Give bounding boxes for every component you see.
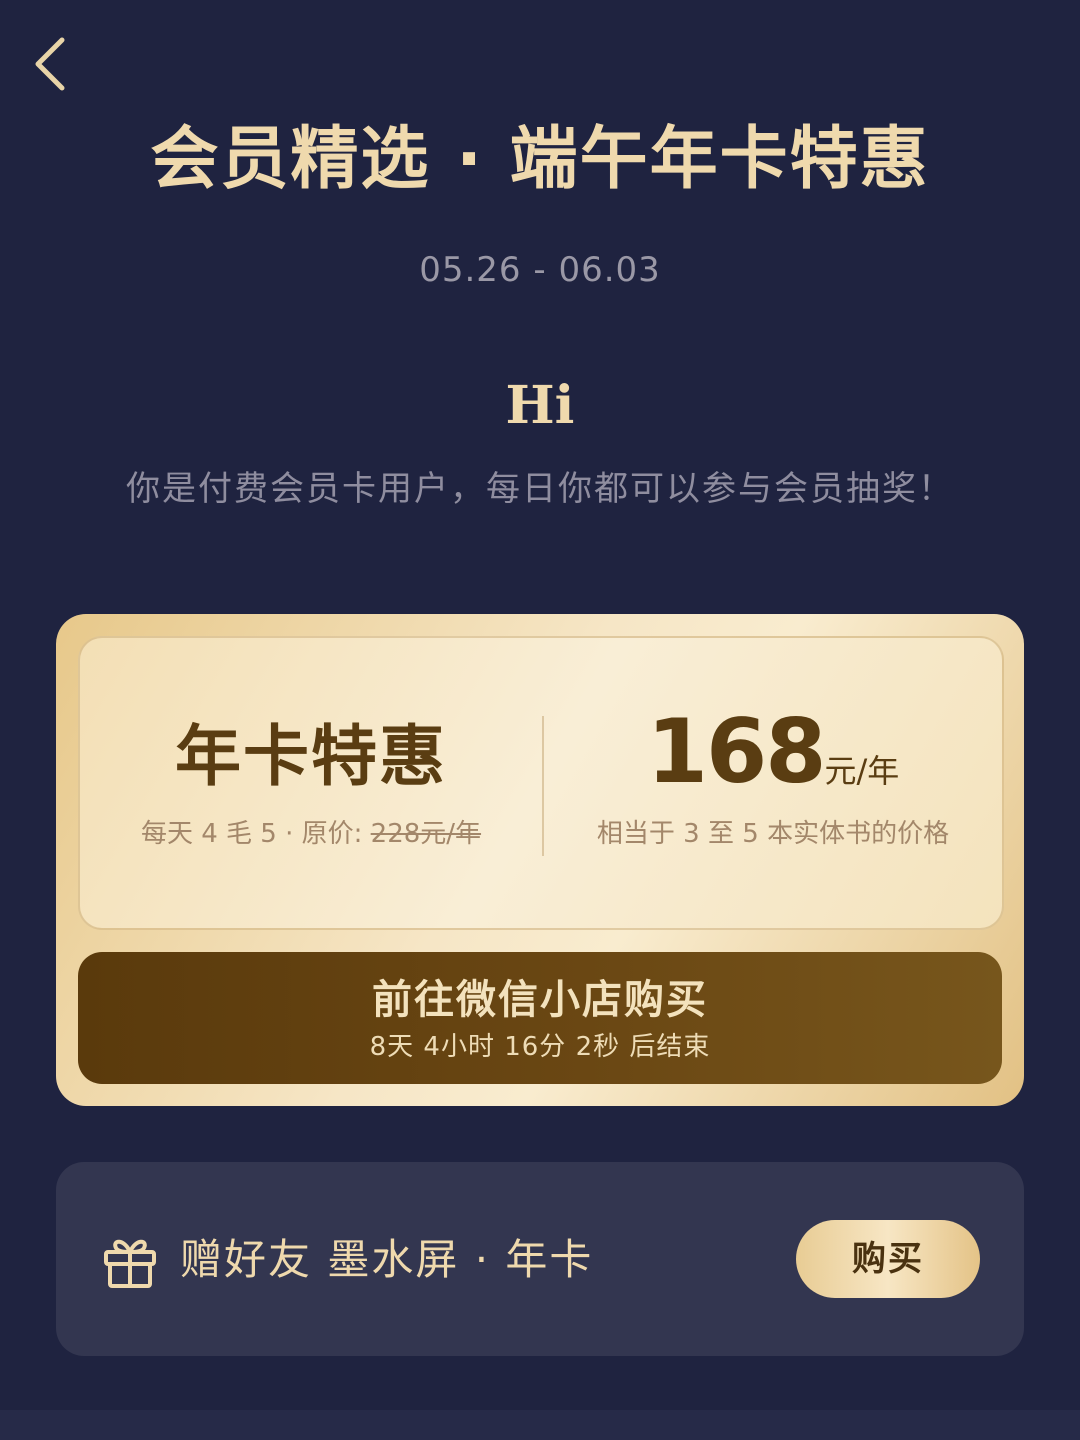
wechat-store-buy-button[interactable]: 前往微信小店购买 8天 4小时 16分 2秒 后结束 [78, 952, 1002, 1084]
gift-label: 赠好友 墨水屏 · 年卡 [180, 1235, 594, 1284]
offer-right-section: 168元/年 相当于 3 至 5 本实体书的价格 [544, 638, 1002, 928]
price: 168元/年 [544, 704, 1002, 825]
greeting-title: Hi [505, 375, 575, 436]
countdown-timer: 8天 4小时 16分 2秒 后结束 [369, 1032, 711, 1062]
gift-buy-button[interactable]: 购买 [796, 1220, 980, 1298]
chevron-left-icon [35, 37, 65, 91]
annual-card-offer: 年卡特惠 每天 4 毛 5 · 原价: 228元/年 168元/年 相当于 3 … [56, 614, 1024, 1106]
offer-left-section: 年卡特惠 每天 4 毛 5 · 原价: 228元/年 [80, 638, 542, 928]
price-unit: 元/年 [824, 752, 900, 790]
bottom-edge [0, 1410, 1080, 1440]
page-title: 会员精选 · 端午年卡特惠 [150, 120, 930, 199]
buy-button-label: 前往微信小店购买 [372, 977, 708, 1023]
date-range: 05.26 - 06.03 [419, 250, 661, 290]
greeting-message: 你是付费会员卡用户，每日你都可以参与会员抽奖！ [126, 469, 954, 509]
offer-daily-cost: 每天 4 毛 5 · 原价: 228元/年 [80, 816, 542, 852]
daily-cost-text: 每天 4 毛 5 · 原价: [140, 819, 371, 849]
gift-icon [104, 1239, 156, 1288]
gift-friend-card: 赠好友 墨水屏 · 年卡 购买 [56, 1162, 1024, 1356]
price-value: 168 [646, 700, 827, 803]
offer-name: 年卡特惠 [175, 717, 447, 795]
back-button[interactable] [28, 30, 78, 100]
price-description: 相当于 3 至 5 本实体书的价格 [596, 819, 950, 849]
offer-details-panel: 年卡特惠 每天 4 毛 5 · 原价: 228元/年 168元/年 相当于 3 … [78, 636, 1004, 930]
original-price: 228元/年 [370, 819, 482, 849]
